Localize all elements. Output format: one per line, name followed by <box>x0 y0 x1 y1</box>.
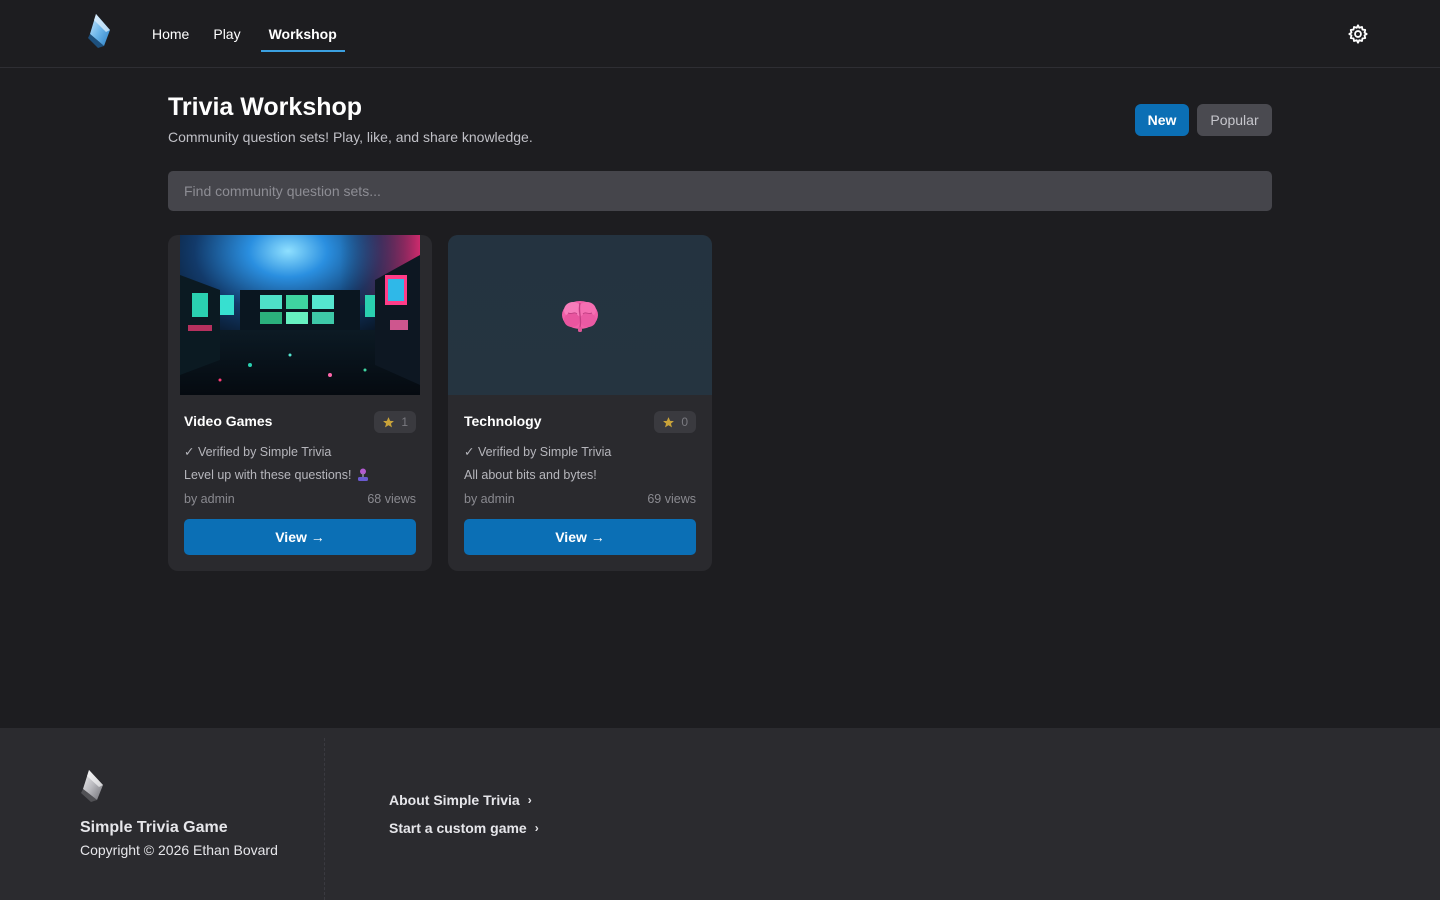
like-button[interactable]: 0 <box>654 411 696 433</box>
verified-badge: ✓ Verified by Simple Trivia <box>184 445 332 459</box>
arcade-room-image <box>180 235 420 395</box>
like-count: 1 <box>401 415 408 429</box>
sort-new-button[interactable]: New <box>1135 104 1189 136</box>
nav-home[interactable]: Home <box>140 0 201 68</box>
footer-copyright: Copyright © 2026 Ethan Bovard <box>80 842 278 858</box>
card-thumbnail[interactable] <box>448 235 712 395</box>
verified-badge: ✓ Verified by Simple Trivia <box>464 445 612 459</box>
card-views: 68 views <box>367 492 416 506</box>
card-description: Level up with these questions! <box>184 468 369 482</box>
card-views: 69 views <box>647 492 696 506</box>
star-icon <box>663 416 675 427</box>
search-input[interactable] <box>168 171 1272 211</box>
page-title: Trivia Workshop <box>168 93 363 121</box>
logo-icon <box>81 770 103 802</box>
top-navigation-bar: Home Play Workshop <box>0 0 1440 68</box>
footer-divider <box>324 738 325 900</box>
description-text: Level up with these questions! <box>184 468 352 482</box>
description-text: All about bits and bytes! <box>464 468 597 482</box>
gear-icon[interactable] <box>1347 23 1369 45</box>
like-button[interactable]: 1 <box>374 411 416 433</box>
sort-popular-button[interactable]: Popular <box>1197 104 1272 136</box>
nav-workshop[interactable]: Workshop <box>260 0 346 68</box>
card-description: All about bits and bytes! <box>464 468 597 482</box>
question-set-card: Technology 0 ✓ Verified by Simple Trivia… <box>448 235 712 571</box>
star-icon <box>383 416 395 427</box>
logo-icon[interactable] <box>86 12 116 50</box>
card-author: by admin <box>464 492 515 506</box>
footer: Simple Trivia Game Copyright © 2026 Etha… <box>0 728 1440 900</box>
footer-link-custom-game[interactable]: Start a custom game › <box>389 820 539 836</box>
footer-link-label: About Simple Trivia <box>389 792 520 808</box>
view-button[interactable]: View → <box>184 519 416 555</box>
like-count: 0 <box>681 415 688 429</box>
main-nav: Home Play Workshop <box>140 0 346 68</box>
joystick-icon <box>358 468 369 481</box>
footer-app-name: Simple Trivia Game <box>80 819 228 836</box>
card-title[interactable]: Video Games <box>184 413 272 429</box>
question-set-card: Video Games 1 ✓ Verified by Simple Trivi… <box>168 235 432 571</box>
footer-link-label: Start a custom game <box>389 820 527 836</box>
footer-link-about[interactable]: About Simple Trivia › <box>389 792 532 808</box>
chevron-right-icon: › <box>534 821 539 835</box>
nav-play[interactable]: Play <box>201 0 252 68</box>
card-title[interactable]: Technology <box>464 413 542 429</box>
view-button[interactable]: View → <box>464 519 696 555</box>
chevron-right-icon: › <box>527 793 532 807</box>
brain-icon <box>562 301 598 332</box>
page-subtitle: Community question sets! Play, like, and… <box>168 129 533 145</box>
card-author: by admin <box>184 492 235 506</box>
card-thumbnail[interactable] <box>180 235 420 395</box>
